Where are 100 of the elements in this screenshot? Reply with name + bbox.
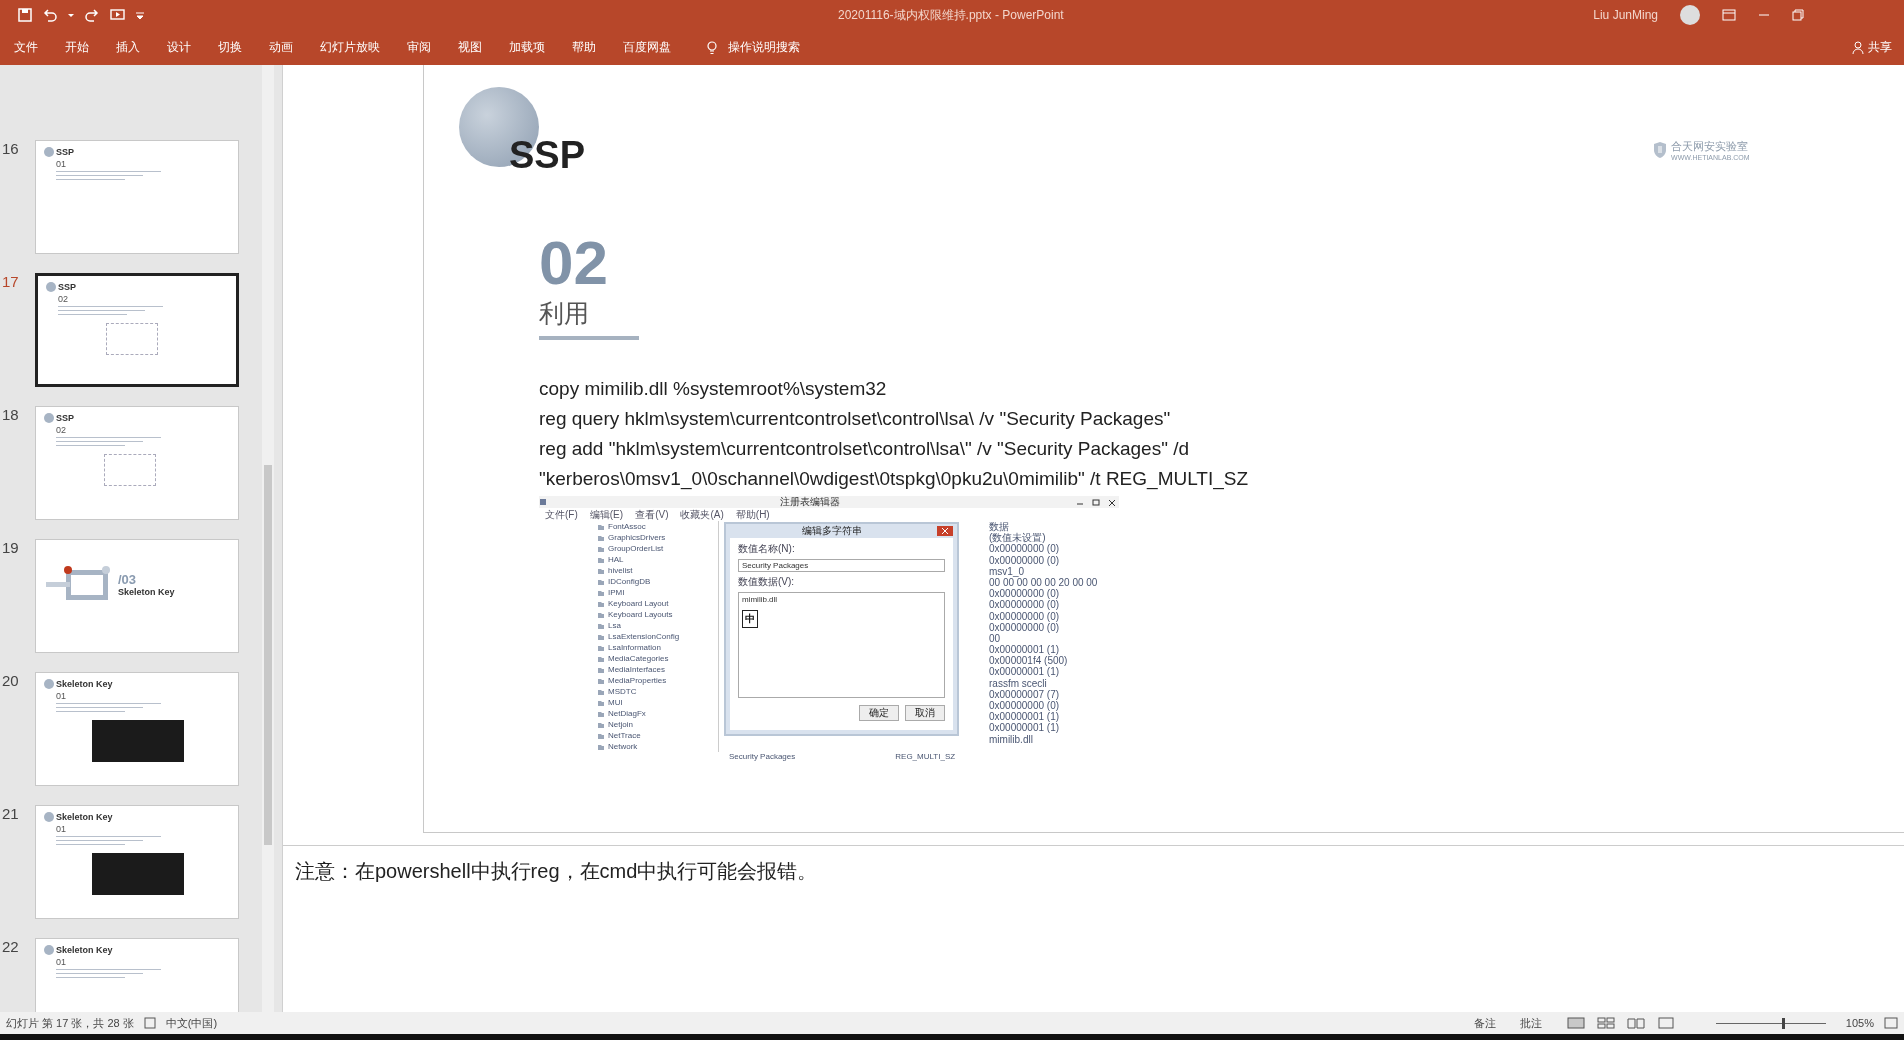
table-cell-text: mimilib.dll bbox=[989, 733, 1034, 745]
code-line: "kerberos\0msv1_0\0schannel\0wdigest\0tspkg\0pku2u\0mimilib" /t REG_MULTI_SZ bbox=[539, 467, 1250, 492]
tree-item[interactable]: GraphicsDrivers bbox=[608, 533, 666, 542]
save-icon[interactable] bbox=[18, 8, 32, 22]
tree-item[interactable]: MSDTC bbox=[608, 687, 637, 696]
notes-button[interactable]: 备注 bbox=[1473, 1015, 1496, 1031]
menu-item[interactable]: 查看(V) bbox=[635, 507, 669, 522]
data-field[interactable]: mimilib.dll 中 bbox=[738, 592, 945, 698]
ribbon-tab[interactable]: 加载项 bbox=[509, 39, 545, 56]
tree-item[interactable]: LsaExtensionConfig bbox=[608, 632, 680, 641]
reading-view-icon[interactable] bbox=[1625, 1017, 1646, 1029]
person-icon[interactable] bbox=[1852, 41, 1864, 54]
tree-item[interactable]: Keyboard Layout bbox=[608, 599, 669, 608]
dialog-title: 编辑多字符串 bbox=[800, 524, 863, 538]
share-button[interactable]: 共享 bbox=[1852, 39, 1892, 56]
slideshow-icon[interactable] bbox=[110, 8, 126, 22]
ribbon-tab[interactable]: 帮助 bbox=[572, 39, 596, 56]
sorter-view-icon[interactable] bbox=[1595, 1017, 1616, 1029]
tree-item[interactable]: MediaInterfaces bbox=[608, 665, 665, 674]
tree-item[interactable]: HAL bbox=[608, 555, 624, 564]
slide-number: 22 bbox=[1, 938, 20, 955]
slideshow-icon[interactable] bbox=[1655, 1017, 1676, 1029]
ribbon-tab[interactable]: 切换 bbox=[218, 39, 242, 56]
tree-item[interactable]: MediaCategories bbox=[608, 654, 669, 663]
slide-thumbnail[interactable]: Skeleton Key 01 bbox=[35, 672, 239, 786]
field-value: mimilib.dll bbox=[742, 595, 778, 604]
cancel-button[interactable]: 取消 bbox=[905, 705, 945, 721]
menu-item[interactable]: 文件(F) bbox=[545, 507, 578, 522]
table-cell: REG_MULTI_SZ bbox=[895, 752, 956, 761]
tree-item[interactable]: Network bbox=[608, 742, 638, 751]
ok-button[interactable]: 确定 bbox=[859, 705, 899, 721]
registry-icon[interactable] bbox=[539, 498, 547, 506]
close-icon[interactable] bbox=[937, 526, 953, 536]
zoom-slider[interactable] bbox=[1781, 1017, 1785, 1029]
accessibility-icon[interactable] bbox=[143, 1017, 156, 1029]
table-cell-text: 0x00000000 (0) bbox=[989, 543, 1061, 555]
slide-thumbnail[interactable]: SSP 02 bbox=[35, 273, 239, 387]
ribbon-tab[interactable]: 文件 bbox=[14, 39, 38, 56]
menu-item[interactable]: 编辑(E) bbox=[589, 507, 624, 522]
slide-thumbnail[interactable]: SSP 01 bbox=[35, 140, 239, 254]
column-header[interactable]: 数据 bbox=[989, 521, 1098, 533]
tree-item[interactable]: NetTrace bbox=[608, 731, 641, 740]
ribbon-tab[interactable]: 幻灯片放映 bbox=[320, 39, 380, 56]
language[interactable]: 中文(中国) bbox=[165, 1015, 218, 1031]
tree-item[interactable]: MediaProperties bbox=[608, 676, 667, 685]
table-cell-text: 0x00000001 (1) bbox=[989, 722, 1061, 734]
tree-item[interactable]: hivelist bbox=[608, 566, 633, 575]
table-cell-text: 0x00000001 (1) bbox=[989, 711, 1061, 723]
circle-icon bbox=[44, 147, 54, 157]
slide-number: 16 bbox=[1, 140, 20, 157]
undo-icon[interactable] bbox=[42, 8, 58, 22]
zoom-level[interactable]: 105% bbox=[1845, 1017, 1874, 1029]
menu-item[interactable]: 帮助(H) bbox=[735, 507, 770, 522]
table-cell-text: 0x00000000 (0) bbox=[989, 599, 1061, 611]
restore-icon[interactable] bbox=[1089, 497, 1103, 507]
scrollbar[interactable] bbox=[262, 65, 274, 1012]
ribbon-tab[interactable]: 百度网盘 bbox=[623, 39, 671, 56]
restore-icon[interactable] bbox=[1792, 9, 1804, 21]
slide-thumbnail[interactable]: Skeleton Key 01 bbox=[35, 805, 239, 919]
shield-icon[interactable] bbox=[1653, 141, 1668, 159]
fit-slide-icon[interactable] bbox=[1884, 1017, 1898, 1029]
table-cell: 00 00 00 00 00 20 00 00 bbox=[989, 576, 1098, 589]
tree-item[interactable]: Lsa bbox=[608, 621, 621, 630]
name-field[interactable]: Security Packages bbox=[738, 559, 945, 572]
tree-item[interactable]: GroupOrderList bbox=[608, 544, 664, 553]
code-line: copy mimilib.dll %systemroot%\system32 bbox=[539, 377, 888, 401]
slide-thumbnail[interactable]: Skeleton Key 01 bbox=[35, 938, 239, 1012]
circle-icon bbox=[44, 945, 54, 955]
tree-item[interactable]: IPMI bbox=[608, 588, 625, 597]
thumbnail-title: Skeleton Key bbox=[56, 945, 113, 955]
ribbon-tab[interactable]: 设计 bbox=[167, 39, 191, 56]
slide-thumbnail[interactable]: /03 Skeleton Key bbox=[35, 539, 239, 653]
menu-item[interactable]: 收藏夹(A) bbox=[680, 507, 724, 522]
lightbulb-icon[interactable] bbox=[706, 40, 718, 55]
avatar[interactable] bbox=[1680, 5, 1700, 25]
slide-number: 21 bbox=[1, 805, 20, 822]
slide-number: 17 bbox=[1, 273, 20, 290]
comments-button[interactable]: 批注 bbox=[1519, 1015, 1542, 1031]
ribbon-tab[interactable]: 审阅 bbox=[407, 39, 431, 56]
tree-item[interactable]: MUI bbox=[608, 698, 623, 707]
ribbon-tab[interactable]: 开始 bbox=[65, 39, 89, 56]
slide-thumbnail[interactable]: SSP 02 bbox=[35, 406, 239, 520]
ribbon-display-icon[interactable] bbox=[1722, 9, 1736, 21]
tree-item[interactable]: LsaInformation bbox=[608, 643, 661, 652]
table-cell-text: msv1_0 bbox=[989, 565, 1025, 577]
normal-view-icon[interactable] bbox=[1565, 1017, 1586, 1029]
ribbon-tab[interactable]: 插入 bbox=[116, 39, 140, 56]
ribbon-tab[interactable]: 动画 bbox=[269, 39, 293, 56]
search-field[interactable]: 操作说明搜索 bbox=[706, 39, 800, 56]
tree-item[interactable]: IDConfigDB bbox=[608, 577, 651, 586]
tree-item[interactable]: Netjoin bbox=[608, 720, 633, 729]
tree-item[interactable]: FontAssoc bbox=[608, 522, 646, 531]
tree-item[interactable]: Keyboard Layouts bbox=[608, 610, 673, 619]
slide-position: 幻灯片 第 17 张，共 28 张 bbox=[6, 1015, 134, 1031]
tree-item[interactable]: NetDiagFx bbox=[608, 709, 646, 718]
thumbnail-heading: 01 bbox=[55, 691, 67, 701]
slide-number: 20 bbox=[1, 672, 20, 689]
notes-text[interactable]: 注意：在powershell中执行reg，在cmd中执行可能会报错。 bbox=[295, 858, 1892, 885]
redo-icon[interactable] bbox=[84, 8, 100, 22]
ribbon-tab[interactable]: 视图 bbox=[458, 39, 482, 56]
